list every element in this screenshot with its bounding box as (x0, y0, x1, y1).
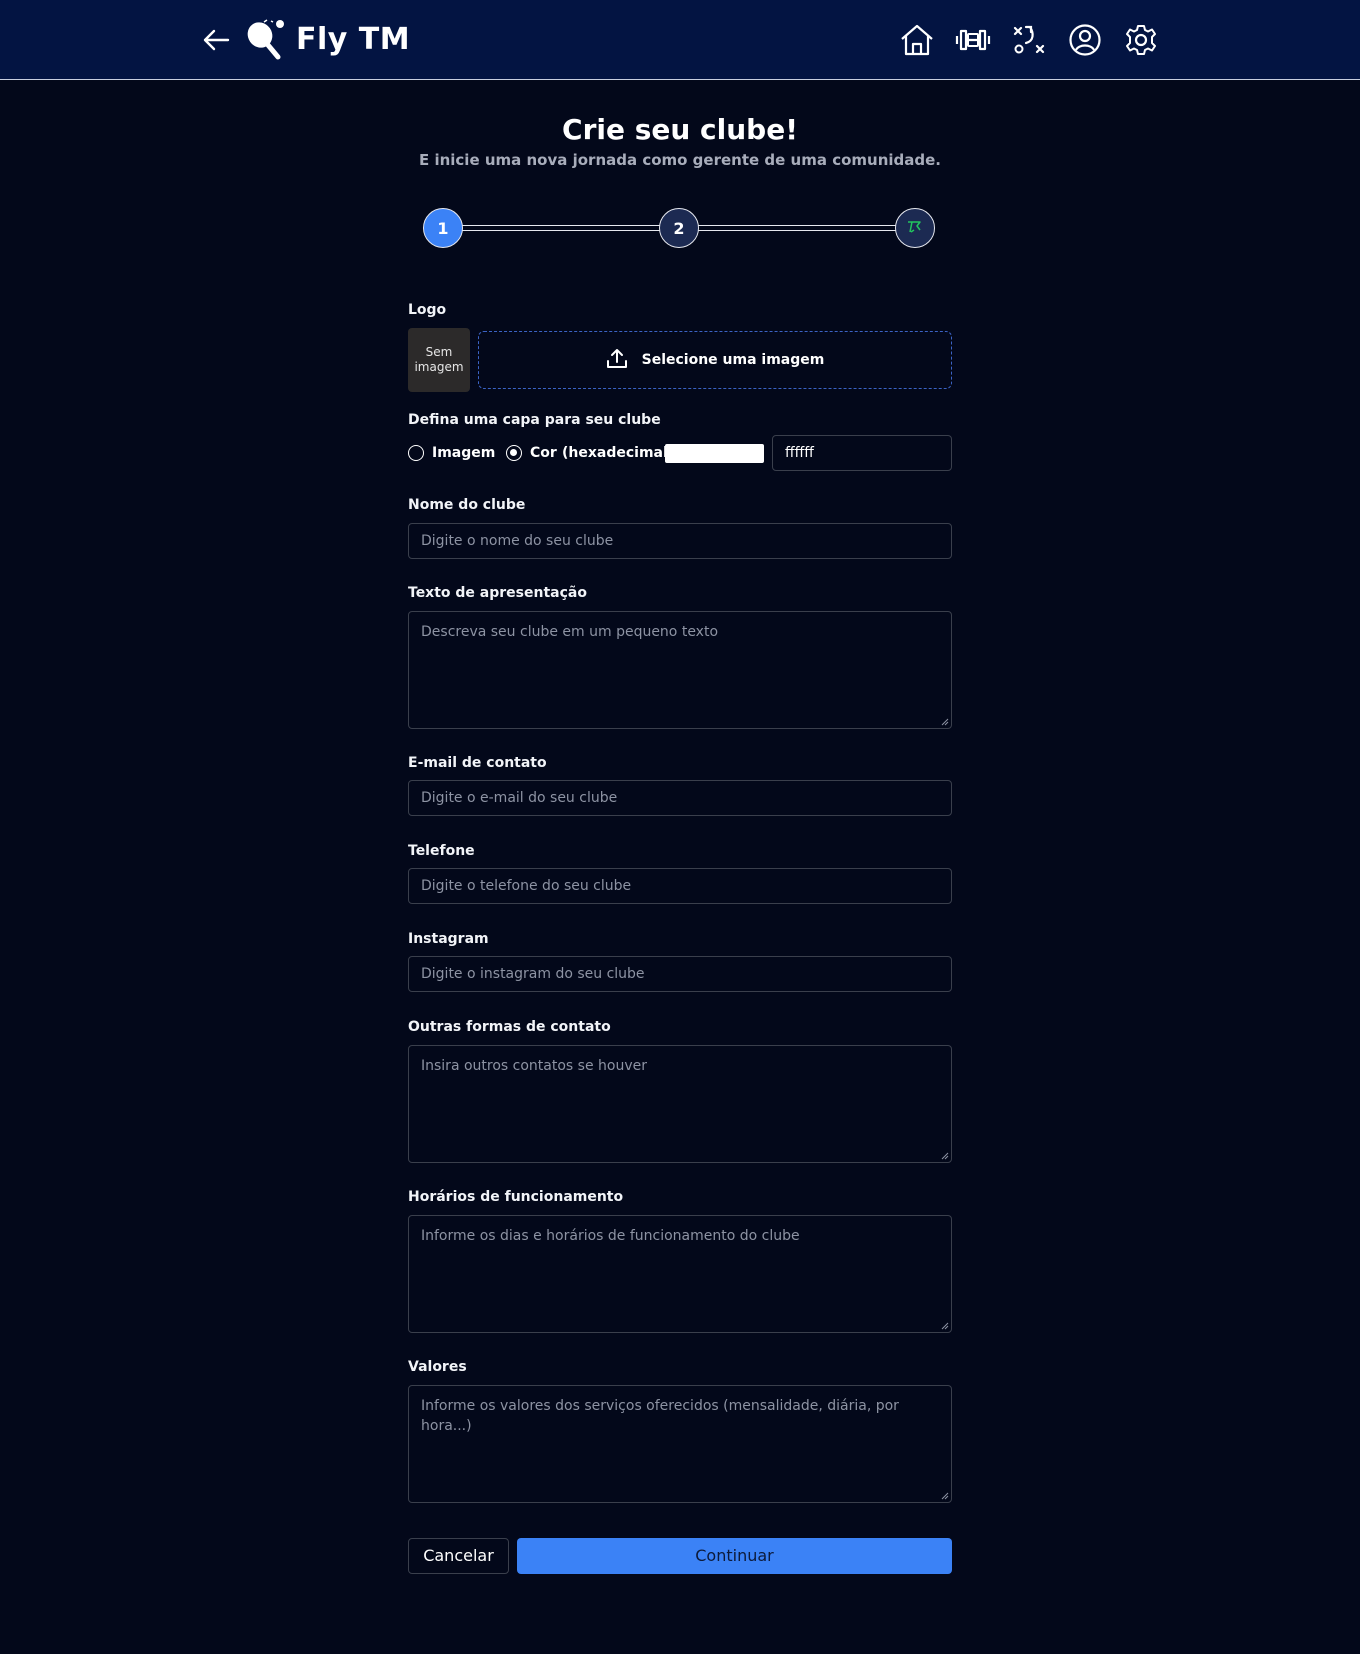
hours-label: Horários de funcionamento (408, 1189, 624, 1205)
dumbbell-icon[interactable] (955, 22, 991, 58)
upload-label: Selecione uma imagem (641, 352, 825, 368)
email-input[interactable]: Digite o e-mail do seu clube (408, 780, 952, 816)
ping-pong-logo-icon (244, 18, 288, 62)
logo-label: Logo (408, 302, 447, 318)
cancel-button[interactable]: Cancelar (408, 1538, 509, 1574)
step-1: 1 (423, 208, 463, 248)
cover-option-group: Imagem Cor (hexadecimal): ffffff (408, 435, 952, 471)
intro-textarea[interactable]: Descreva seu clube em um pequeno texto (408, 611, 952, 729)
resize-handle-icon[interactable] (941, 1322, 949, 1330)
tactics-icon[interactable] (1011, 22, 1047, 58)
name-label: Nome do clube (408, 497, 526, 513)
stepper-connector (461, 225, 661, 231)
cover-image-label[interactable]: Imagem (432, 443, 495, 463)
cover-color-radio[interactable] (506, 445, 522, 461)
top-navbar: Fly TM (0, 0, 1360, 80)
cover-hex-input[interactable]: ffffff (772, 435, 952, 471)
instagram-label: Instagram (408, 931, 489, 947)
upload-image-button[interactable]: Selecione uma imagem (478, 331, 952, 389)
user-circle-icon[interactable] (1067, 22, 1103, 58)
cover-color-hint: (hexadecimal): (562, 445, 680, 461)
prices-textarea[interactable]: Informe os valores dos serviços oferecid… (408, 1385, 952, 1503)
stepper-connector (697, 225, 899, 231)
gear-icon[interactable] (1123, 22, 1159, 58)
page-title: Crie seu clube! (562, 113, 798, 146)
hours-placeholder: Informe os dias e horários de funcioname… (421, 1228, 800, 1244)
resize-handle-icon[interactable] (941, 718, 949, 726)
club-name-input[interactable]: Digite o nome do seu clube (408, 523, 952, 559)
home-icon[interactable] (899, 22, 935, 58)
logo-preview: Sem imagem (408, 328, 470, 392)
continue-button[interactable]: Continuar (517, 1538, 952, 1574)
resize-handle-icon[interactable] (941, 1492, 949, 1500)
email-label: E-mail de contato (408, 755, 547, 771)
phone-label: Telefone (408, 843, 475, 859)
hours-textarea[interactable]: Informe os dias e horários de funcioname… (408, 1215, 952, 1333)
other-contacts-label: Outras formas de contato (408, 1019, 611, 1035)
resize-handle-icon[interactable] (941, 1152, 949, 1160)
step-2: 2 (659, 208, 699, 248)
page-subtitle: E inicie uma nova jornada como gerente d… (418, 151, 941, 169)
cover-label: Defina uma capa para seu clube (408, 412, 661, 428)
other-contacts-placeholder: Insira outros contatos se houver (421, 1058, 647, 1074)
step-finish (895, 208, 935, 248)
prices-placeholder: Informe os valores dos serviços oferecid… (421, 1398, 899, 1434)
intro-placeholder: Descreva seu clube em um pequeno texto (421, 624, 719, 640)
instagram-input[interactable]: Digite o instagram do seu clube (408, 956, 952, 992)
cover-color-picker[interactable] (665, 444, 764, 463)
progress-stepper: 1 2 (423, 208, 937, 248)
back-arrow-icon[interactable] (200, 22, 232, 58)
cover-color-label[interactable]: Cor (530, 443, 557, 463)
finish-flag-icon (906, 219, 924, 238)
intro-label: Texto de apresentação (408, 585, 587, 601)
phone-input[interactable]: Digite o telefone do seu clube (408, 868, 952, 904)
upload-icon (606, 347, 628, 373)
app-title[interactable]: Fly TM (296, 20, 410, 60)
cover-image-radio[interactable] (408, 445, 424, 461)
prices-label: Valores (408, 1359, 467, 1375)
other-contacts-textarea[interactable]: Insira outros contatos se houver (408, 1045, 952, 1163)
